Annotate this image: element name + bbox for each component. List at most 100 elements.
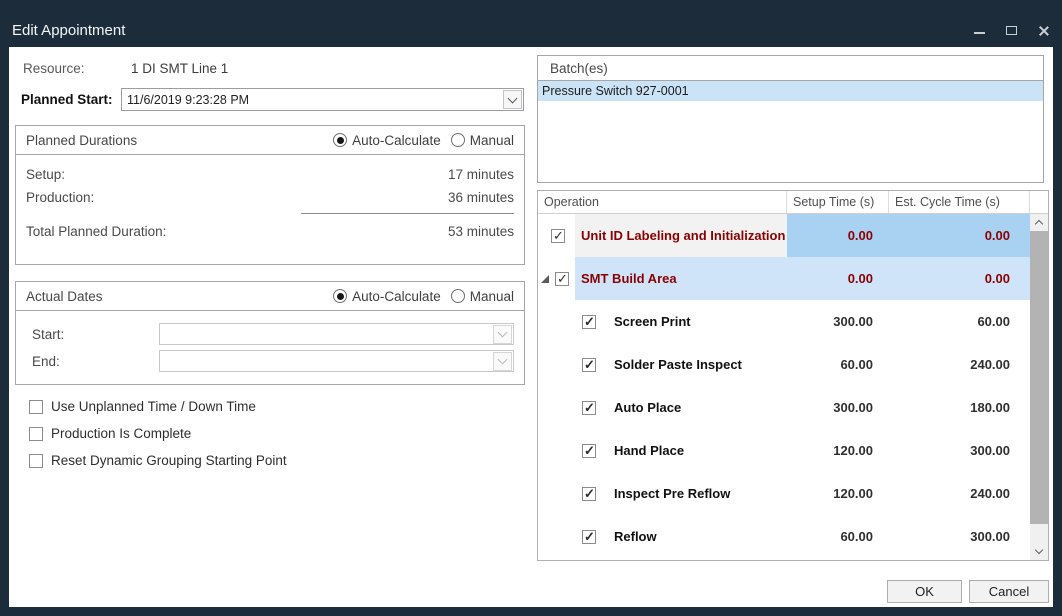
- planned-durations-title: Planned Durations: [26, 133, 333, 148]
- radio-selected-icon: [333, 289, 347, 303]
- actual-start-dropdown-button[interactable]: [493, 325, 512, 344]
- checkbox-checked-icon[interactable]: [582, 444, 596, 458]
- actual-dates-auto-radio[interactable]: Auto-Calculate: [333, 289, 441, 304]
- table-row[interactable]: Unit ID Labeling and Initialization 0.00…: [538, 214, 1048, 257]
- dialog-content: Resource: 1 DI SMT Line 1 Planned Start:…: [9, 47, 1053, 607]
- cycle-time-value: 240.00: [889, 472, 1032, 515]
- table-row[interactable]: Auto Place 300.00 180.00: [538, 386, 1048, 429]
- scroll-up-button[interactable]: [1030, 214, 1048, 231]
- checkbox-checked-icon[interactable]: [582, 315, 596, 329]
- checkbox-unchecked-icon: [29, 400, 43, 414]
- planned-durations-manual-label: Manual: [470, 133, 514, 148]
- checkbox-checked-icon[interactable]: [582, 487, 596, 501]
- setup-time-value: 300.00: [787, 300, 889, 343]
- scroll-down-button[interactable]: [1030, 543, 1048, 560]
- operation-name: Auto Place: [614, 400, 681, 415]
- operations-table: Operation Setup Time (s) Est. Cycle Time…: [537, 190, 1049, 561]
- checkbox-checked-icon[interactable]: [555, 272, 569, 286]
- minimize-button[interactable]: [972, 24, 986, 36]
- chevron-down-icon: [498, 328, 508, 338]
- row-gutter: [538, 472, 575, 515]
- row-gutter: [538, 214, 575, 257]
- table-row[interactable]: SMT Build Area 0.00 0.00: [538, 257, 1048, 300]
- actual-dates-auto-label: Auto-Calculate: [352, 289, 441, 304]
- window-controls: [972, 24, 1050, 36]
- table-row[interactable]: Hand Place 120.00 300.00: [538, 429, 1048, 472]
- planned-durations-auto-radio[interactable]: Auto-Calculate: [333, 133, 441, 148]
- planned-start-combobox[interactable]: 11/6/2019 9:23:28 PM: [121, 88, 524, 111]
- window-title: Edit Appointment: [12, 22, 125, 39]
- operation-name: Inspect Pre Reflow: [614, 486, 730, 501]
- reset-dynamic-grouping-label: Reset Dynamic Grouping Starting Point: [51, 453, 287, 468]
- actual-start-combobox[interactable]: [159, 323, 514, 345]
- operations-table-header: Operation Setup Time (s) Est. Cycle Time…: [538, 191, 1048, 214]
- use-unplanned-time-label: Use Unplanned Time / Down Time: [51, 399, 256, 414]
- chevron-down-icon: [508, 93, 518, 103]
- ok-button[interactable]: OK: [887, 580, 962, 603]
- planned-start-dropdown-button[interactable]: [503, 90, 522, 109]
- row-gutter: [538, 257, 575, 300]
- production-is-complete-label: Production Is Complete: [51, 426, 191, 441]
- actual-dates-manual-radio[interactable]: Manual: [451, 289, 514, 304]
- batch-list-item[interactable]: Pressure Switch 927-0001: [538, 81, 1043, 101]
- use-unplanned-time-checkbox[interactable]: Use Unplanned Time / Down Time: [29, 399, 256, 414]
- cycle-time-value: 240.00: [889, 343, 1032, 386]
- planned-durations-groupbox: Planned Durations Auto-Calculate Manual …: [15, 125, 525, 265]
- batches-title: Batch(es): [538, 56, 1043, 81]
- checkbox-checked-icon[interactable]: [582, 530, 596, 544]
- actual-start-row: Start:: [26, 323, 514, 345]
- batches-panel: Batch(es) Pressure Switch 927-0001: [537, 55, 1044, 183]
- actual-end-label: End:: [32, 354, 159, 369]
- expander-expanded-icon[interactable]: [541, 275, 549, 283]
- cycle-time-value: 300.00: [889, 515, 1032, 558]
- close-button[interactable]: [1036, 24, 1050, 36]
- actual-start-label: Start:: [32, 327, 159, 342]
- setup-time-value: 0.00: [787, 214, 889, 257]
- close-icon: [1038, 25, 1049, 36]
- cycle-time-value: 0.00: [889, 257, 1032, 300]
- cancel-button[interactable]: Cancel: [969, 580, 1049, 603]
- row-gutter: [538, 429, 575, 472]
- checkbox-checked-icon[interactable]: [582, 401, 596, 415]
- radio-unselected-icon: [451, 133, 465, 147]
- operations-table-body: Unit ID Labeling and Initialization 0.00…: [538, 214, 1048, 560]
- planned-durations-manual-radio[interactable]: Manual: [451, 133, 514, 148]
- actual-end-dropdown-button[interactable]: [493, 352, 512, 371]
- table-row[interactable]: Solder Paste Inspect 60.00 240.00: [538, 343, 1048, 386]
- checkbox-checked-icon[interactable]: [582, 358, 596, 372]
- table-row[interactable]: Screen Print 300.00 60.00: [538, 300, 1048, 343]
- vertical-scrollbar[interactable]: [1030, 214, 1048, 560]
- production-is-complete-checkbox[interactable]: Production Is Complete: [29, 426, 191, 441]
- maximize-icon: [1006, 26, 1017, 35]
- column-header-setup-time[interactable]: Setup Time (s): [787, 191, 889, 213]
- planned-durations-auto-label: Auto-Calculate: [352, 133, 441, 148]
- cycle-time-value: 60.00: [889, 300, 1032, 343]
- setup-time-value: 60.00: [787, 343, 889, 386]
- planned-durations-header: Planned Durations Auto-Calculate Manual: [16, 126, 524, 155]
- table-row[interactable]: Reflow 60.00 300.00: [538, 515, 1048, 558]
- column-header-operation[interactable]: Operation: [538, 191, 787, 213]
- radio-selected-icon: [333, 133, 347, 147]
- total-duration-row: Total Planned Duration: 53 minutes: [26, 224, 514, 239]
- column-header-est-cycle-time[interactable]: Est. Cycle Time (s): [889, 191, 1030, 213]
- minimize-icon: [974, 32, 985, 34]
- maximize-button[interactable]: [1004, 24, 1018, 36]
- total-separator: [301, 213, 514, 214]
- reset-dynamic-grouping-checkbox[interactable]: Reset Dynamic Grouping Starting Point: [29, 453, 287, 468]
- operation-name: Hand Place: [614, 443, 684, 458]
- checkbox-checked-icon[interactable]: [551, 229, 565, 243]
- checkbox-unchecked-icon: [29, 454, 43, 468]
- chevron-down-icon: [1035, 546, 1043, 554]
- actual-end-combobox[interactable]: [159, 350, 514, 372]
- resource-label: Resource:: [23, 61, 131, 76]
- scrollbar-thumb[interactable]: [1030, 231, 1048, 524]
- setup-duration-row: Setup: 17 minutes: [26, 167, 514, 182]
- planned-start-row: Planned Start: 11/6/2019 9:23:28 PM: [21, 88, 524, 111]
- operation-name: SMT Build Area: [581, 271, 677, 286]
- cycle-time-value: 180.00: [889, 386, 1032, 429]
- column-header-spacer: [1030, 191, 1048, 213]
- table-row[interactable]: Inspect Pre Reflow 120.00 240.00: [538, 472, 1048, 515]
- setup-time-value: 60.00: [787, 515, 889, 558]
- setup-duration-value: 17 minutes: [448, 167, 514, 182]
- production-duration-label: Production:: [26, 190, 94, 205]
